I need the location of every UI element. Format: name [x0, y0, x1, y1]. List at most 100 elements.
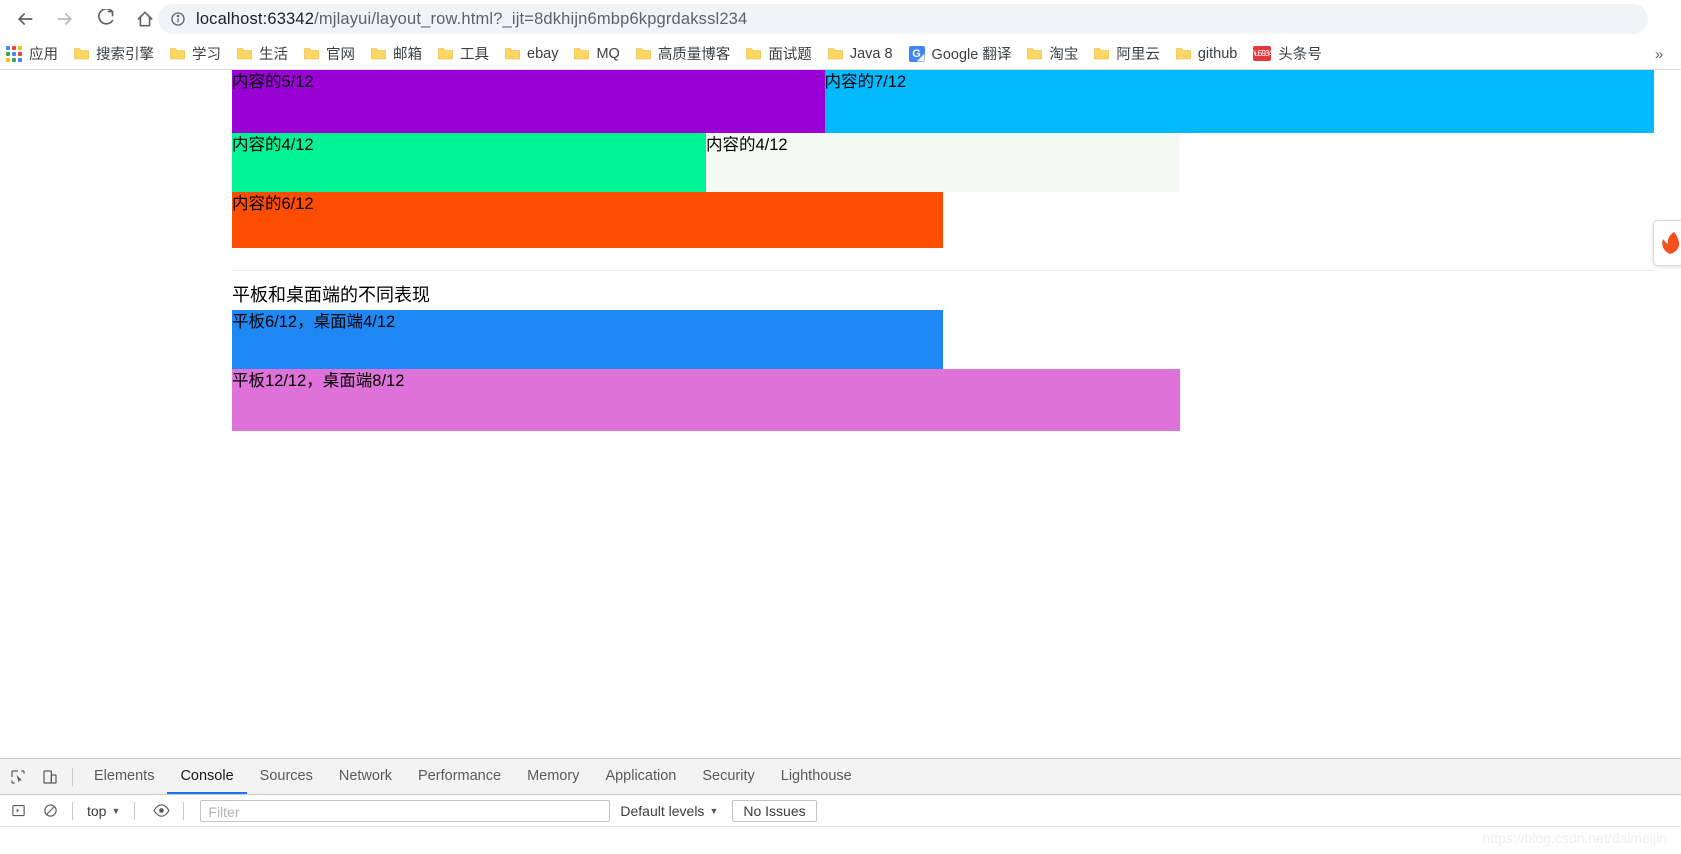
grid-cell: 内容的7/12 [824, 70, 1654, 133]
toolbar-divider [72, 801, 73, 820]
toutiao-icon: \u5934\u6761 [1253, 46, 1291, 61]
folder-icon [438, 47, 453, 60]
folder-icon [505, 47, 520, 60]
folder-icon [304, 47, 319, 60]
device-toolbar-icon[interactable] [36, 763, 64, 791]
grid-row-2: 内容的4/12 内容的4/12 [232, 133, 1654, 192]
inspect-element-icon[interactable] [4, 763, 32, 791]
bookmark-label: 邮箱 [393, 47, 422, 63]
folder-icon [828, 47, 843, 60]
url-host: localhost:63342 [196, 9, 315, 28]
bookmark-item-1[interactable]: 学习 [162, 42, 229, 66]
watermark: https://blog.csdn.net/daimeijin [1482, 830, 1667, 846]
layout-container: 内容的5/12 内容的7/12 内容的4/12 内容的4/12 内容的6/12 … [232, 70, 1654, 431]
bookmark-item-14[interactable]: github [1168, 42, 1246, 66]
home-icon[interactable] [128, 2, 162, 36]
tab-performance[interactable]: Performance [405, 759, 514, 794]
tab-memory[interactable]: Memory [514, 759, 592, 794]
url-text: localhost:63342/mjlayui/layout_row.html?… [196, 10, 747, 29]
toolbar-divider [72, 767, 73, 786]
reload-icon[interactable] [88, 2, 122, 36]
grid-row-3: 内容的6/12 [232, 192, 1654, 248]
bookmark-item-3[interactable]: 官网 [296, 42, 363, 66]
bookmark-label: 头条号 [1278, 47, 1322, 63]
grid-cell: 内容的5/12 [232, 70, 825, 133]
bookmark-label: 高质量博客 [657, 47, 731, 63]
log-levels-select[interactable]: Default levels ▼ [620, 803, 718, 819]
tab-network[interactable]: Network [326, 759, 405, 794]
browser-window: localhost:63342/mjlayui/layout_row.html?… [0, 0, 1681, 854]
folder-icon [746, 47, 762, 60]
bookmark-item-8[interactable]: 高质量博客 [628, 42, 739, 66]
bookmark-item-4[interactable]: 邮箱 [363, 42, 430, 66]
bookmark-label: Google 翻译 [931, 47, 1012, 63]
chevron-down-icon: ▼ [111, 805, 121, 816]
bookmark-label: 面试题 [768, 47, 812, 63]
chevron-down-icon: ▼ [709, 805, 719, 816]
bookmark-label: ebay [527, 45, 559, 62]
execution-context-select[interactable]: top ▼ [81, 800, 126, 822]
bookmark-item-2[interactable]: 生活 [229, 42, 296, 66]
bookmark-label: Java 8 [849, 45, 893, 62]
grid-cell: 内容的4/12 [705, 133, 1180, 192]
tab-elements[interactable]: Elements [81, 759, 167, 794]
tab-application[interactable]: Application [592, 759, 689, 794]
issues-button[interactable]: No Issues [732, 799, 817, 822]
feedback-widget-icon[interactable] [1653, 220, 1681, 266]
folder-icon [1027, 47, 1043, 60]
folder-icon [636, 47, 651, 60]
tab-security[interactable]: Security [689, 759, 767, 794]
grid-row-1: 内容的5/12 内容的7/12 [232, 70, 1654, 133]
folder-icon [237, 47, 252, 60]
grid-cell: 内容的4/12 [232, 133, 706, 192]
log-levels-label: Default levels [620, 802, 705, 819]
grid-cell: 内容的6/12 [232, 192, 943, 248]
bookmark-label: 阿里云 [1116, 47, 1160, 63]
page-info-icon[interactable] [170, 11, 186, 27]
clear-console-icon[interactable] [36, 797, 64, 825]
bookmark-item-15[interactable]: \u5934\u6761 头条号 [1245, 42, 1330, 66]
sidebar-toggle-icon[interactable] [4, 797, 32, 825]
console-output[interactable]: https://blog.csdn.net/daimeijin [0, 827, 1681, 852]
folder-icon [574, 47, 590, 60]
address-bar[interactable]: localhost:63342/mjlayui/layout_row.html?… [158, 4, 1648, 34]
live-expression-icon[interactable] [147, 797, 175, 825]
tab-sources[interactable]: Sources [247, 759, 326, 794]
section-title: 平板和桌面端的不同表现 [232, 285, 430, 305]
folder-icon [1176, 47, 1191, 60]
bookmark-item-11[interactable]: G Google 翻译 [901, 42, 1020, 66]
bookmark-item-6[interactable]: ebay [497, 42, 566, 66]
bookmark-item-7[interactable]: MQ [566, 42, 627, 66]
bookmark-label: 应用 [29, 47, 58, 63]
toolbar-divider [183, 801, 185, 820]
bookmark-item-12[interactable]: 淘宝 [1019, 42, 1086, 66]
tab-console[interactable]: Console [167, 759, 247, 794]
tab-lighthouse[interactable]: Lighthouse [768, 759, 865, 794]
grid-cell: 平板6/12，桌面端4/12 [232, 309, 943, 369]
bookmark-item-0[interactable]: 搜索引擎 [66, 42, 162, 66]
bookmark-label: MQ [596, 45, 620, 62]
folder-icon [74, 47, 89, 60]
grid-cell: 平板12/12，桌面端8/12 [232, 368, 1180, 431]
filter-input[interactable]: Filter [200, 799, 611, 822]
bookmark-item-10[interactable]: Java 8 [820, 42, 901, 66]
folder-icon [371, 47, 386, 60]
devtools-tabbar: Elements Console Sources Network Perform… [0, 759, 1681, 795]
grid-row-4: 平板6/12，桌面端4/12 [232, 309, 1654, 369]
forward-arrow-icon[interactable] [48, 2, 82, 36]
browser-toolbar: localhost:63342/mjlayui/layout_row.html?… [0, 0, 1681, 38]
bookmarks-overflow-button[interactable]: » [1647, 42, 1671, 66]
bookmark-item-9[interactable]: 面试题 [738, 42, 820, 66]
bookmark-item-13[interactable]: 阿里云 [1086, 42, 1168, 66]
url-path: /mjlayui/layout_row.html?_ijt=8dkhijn6mb… [314, 9, 748, 28]
console-toolbar: top ▼ Filter Default levels ▼ No Issues [0, 795, 1681, 827]
bookmark-item-5[interactable]: 工具 [430, 42, 497, 66]
execution-context-label: top [87, 802, 107, 819]
toolbar-divider [134, 801, 136, 820]
bookmark-label: 淘宝 [1049, 47, 1079, 63]
devtools-panel: Elements Console Sources Network Perform… [0, 758, 1681, 854]
back-arrow-icon[interactable] [8, 2, 42, 36]
bookmark-label: 工具 [460, 47, 489, 63]
bookmark-label: 学习 [192, 47, 221, 63]
bookmark-apps[interactable]: 应用 [0, 42, 66, 66]
